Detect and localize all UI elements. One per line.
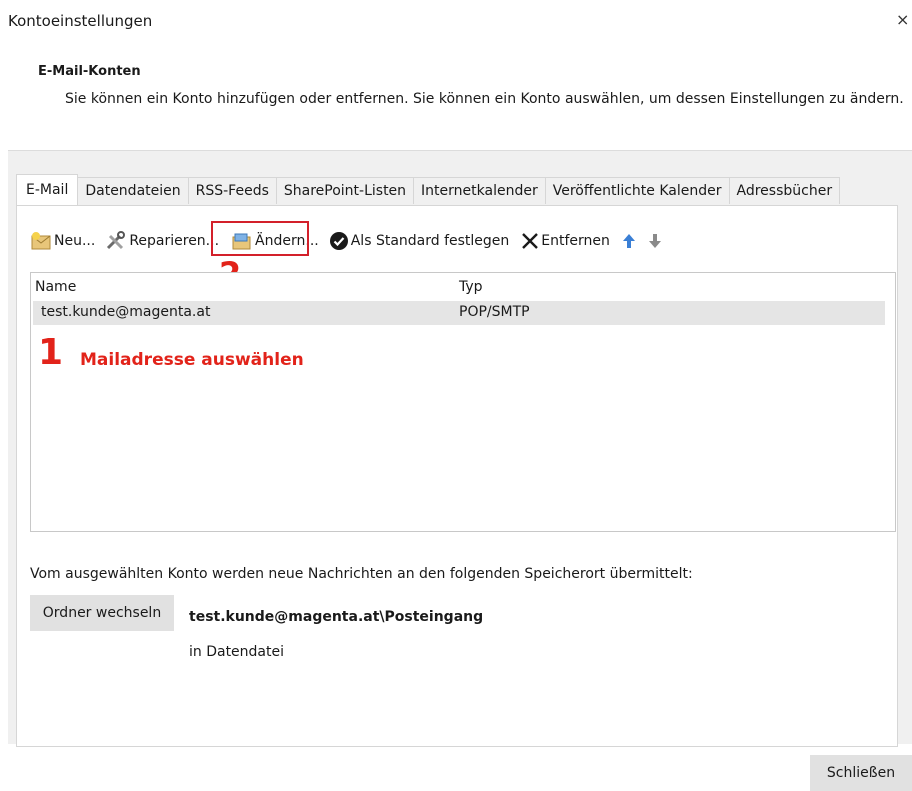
step-1-label: Mailadresse auswählen [80,350,304,370]
tab-email[interactable]: E-Mail [16,174,79,205]
set-default-button[interactable]: Als Standard festlegen [327,229,512,253]
tab-adressbuecher[interactable]: Adressbücher [729,177,841,204]
arrow-down-icon [648,234,661,248]
move-up-button[interactable] [620,229,640,253]
new-button-label: Neu... [54,233,96,249]
account-type: POP/SMTP [459,304,530,320]
bottom-bar [8,744,912,791]
close-icon[interactable]: × [896,10,909,29]
tab-datendateien[interactable]: Datendateien [78,177,189,204]
new-button[interactable]: Neu... [28,229,97,253]
folder-subtext: in Datendatei [189,644,285,660]
delivery-info: Vom ausgewählten Konto werden neue Nachr… [30,566,693,582]
step-1-marker: 1 [38,332,64,373]
repair-button[interactable]: Reparieren... [103,229,221,253]
checkmark-circle-icon [329,232,348,250]
table-row[interactable]: test.kunde@magenta.at POP/SMTP [33,301,885,325]
dialog-title: Kontoeinstellungen [8,12,153,30]
section-description: Sie können ein Konto hinzufügen oder ent… [65,91,904,107]
remove-x-icon [522,233,539,249]
remove-button-label: Entfernen [541,233,610,249]
account-list[interactable]: Name Typ test.kunde@magenta.at POP/SMTP [30,272,896,532]
repair-tools-icon [107,231,126,250]
tab-bar: E-Mail Datendateien RSS-Feeds SharePoint… [16,174,841,205]
column-header-type[interactable]: Typ [459,279,483,295]
remove-button[interactable]: Entfernen [519,229,612,253]
tab-veroeffentlichte-kalender[interactable]: Veröffentlichte Kalender [545,177,730,204]
tab-sharepoint-listen[interactable]: SharePoint-Listen [276,177,415,204]
move-down-button[interactable] [646,229,666,253]
tab-rss-feeds[interactable]: RSS-Feeds [188,177,277,204]
new-mail-icon [31,232,51,250]
set-default-button-label: Als Standard festlegen [350,233,510,249]
change-folder-button[interactable]: Ordner wechseln [30,595,174,631]
column-header-name[interactable]: Name [35,279,76,295]
account-name: test.kunde@magenta.at [41,304,211,320]
list-header: Name Typ [31,273,895,299]
close-button[interactable]: Schließen [810,755,912,791]
folder-path: test.kunde@magenta.at\Posteingang [189,609,484,625]
repair-button-label: Reparieren... [129,233,220,249]
tab-internetkalender[interactable]: Internetkalender [414,177,546,204]
section-heading: E-Mail-Konten [38,64,141,79]
arrow-up-icon [622,234,635,248]
toolbar: Neu... Reparieren... Ändern... Als Stand… [28,228,666,254]
change-button-highlight [211,221,309,256]
